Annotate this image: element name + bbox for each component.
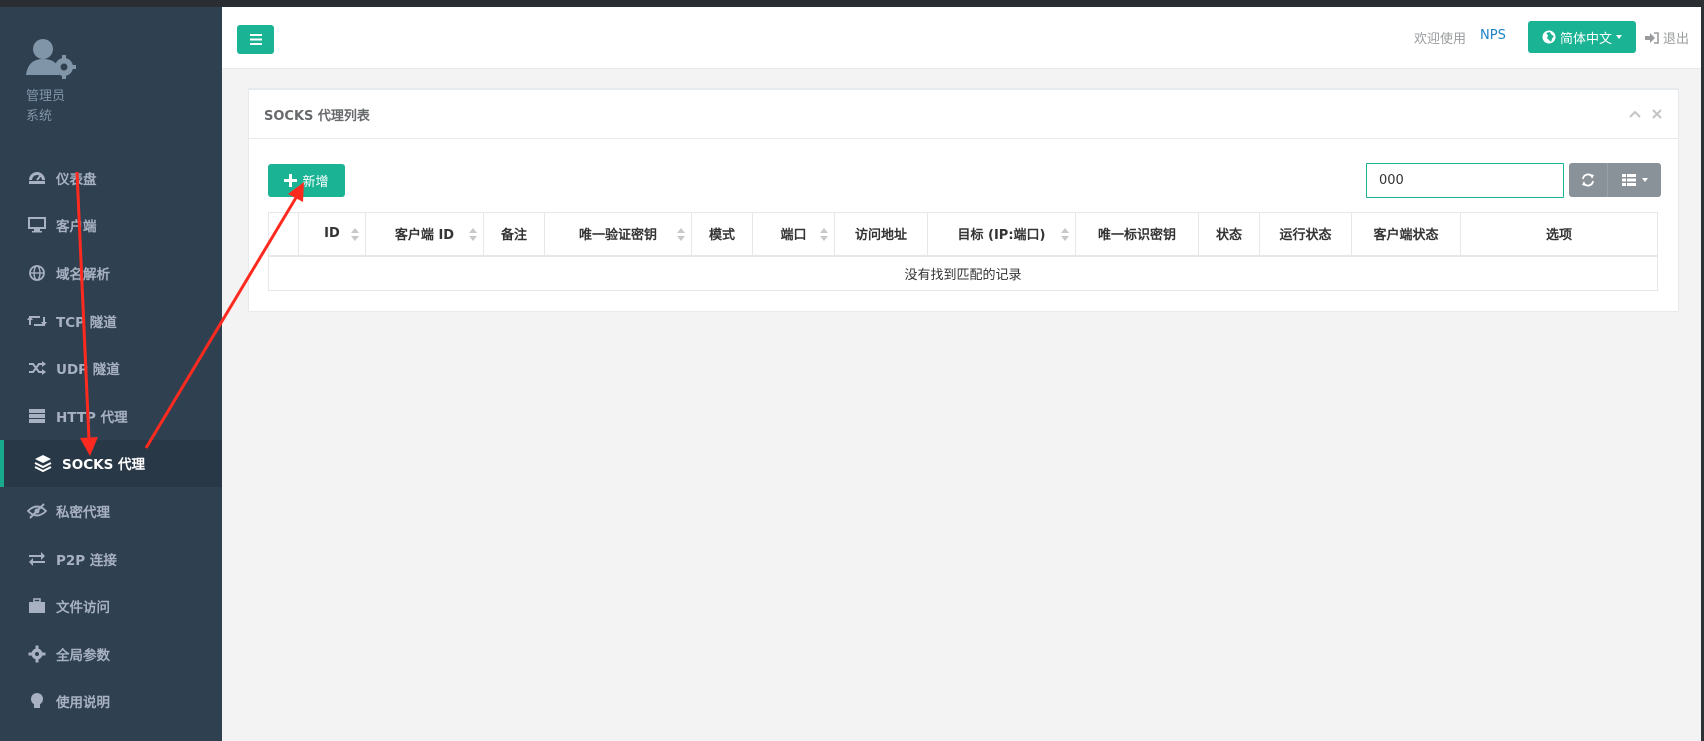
logout-link[interactable]: 退出: [1645, 28, 1689, 47]
welcome-text: 欢迎使用: [1414, 32, 1467, 47]
caret-down-icon: [1616, 35, 1622, 39]
empty-table-message: 没有找到匹配的记录: [268, 255, 1658, 291]
add-button[interactable]: 新增: [268, 164, 345, 197]
proxy-table: ID 客户端 ID 备注 唯一验证密钥 模式 端口 访问地址 目标 (IP:端口…: [268, 212, 1658, 291]
add-button-label: 新增: [302, 175, 329, 190]
column-header-unique-key: 唯一标识密钥: [1075, 212, 1199, 257]
language-dropdown[interactable]: 简体中文: [1528, 21, 1636, 53]
sidebar-item-http[interactable]: HTTP 代理: [0, 392, 222, 440]
sidebar-item-label: HTTP 代理: [56, 409, 128, 426]
profile-role: 管理员: [26, 89, 66, 104]
sidebar-item-tcp[interactable]: TCP 隧道: [0, 297, 222, 345]
column-header-mode: 模式: [691, 212, 753, 257]
refresh-button[interactable]: [1569, 163, 1608, 197]
caret-down-icon: [1641, 178, 1648, 182]
globe-icon: [1542, 30, 1556, 44]
sidebar-item-label: 使用说明: [56, 695, 110, 712]
sidebar-item-label: 私密代理: [56, 504, 110, 521]
window-top-strip: [0, 0, 1704, 7]
briefcase-icon: [26, 597, 48, 615]
sidebar-item-domain[interactable]: 域名解析: [0, 249, 222, 297]
sidebar-item-udp[interactable]: UDP 隧道: [0, 344, 222, 392]
server-icon: [26, 407, 48, 425]
sidebar-item-label: 客户端: [56, 219, 97, 236]
sidebar-item-label: SOCKS 代理: [62, 457, 145, 474]
sidebar-nav: 仪表盘 客户端 域名解析 TCP 隧道 UDP 隧道 HTTP 代理 SOCKS…: [0, 154, 222, 725]
panel-title: SOCKS 代理列表: [264, 108, 370, 124]
collapse-chevron-up-icon[interactable]: [1629, 108, 1641, 120]
table-toolbar: [1569, 163, 1661, 197]
random-icon: [26, 359, 48, 377]
sidebar-toggle-button[interactable]: [237, 25, 274, 54]
monitor-icon: [26, 216, 48, 234]
layers-icon: [32, 454, 54, 473]
admin-avatar-icon[interactable]: [26, 37, 82, 83]
column-header-remark: 备注: [483, 212, 545, 257]
dashboard-icon: [26, 169, 48, 187]
column-header-run-status: 运行状态: [1259, 212, 1352, 257]
column-header-verify-key[interactable]: 唯一验证密钥: [544, 212, 692, 257]
hamburger-icon: [249, 34, 262, 45]
column-header-client-status: 客户端状态: [1351, 212, 1461, 257]
sidebar-item-label: P2P 连接: [56, 552, 117, 569]
sidebar-item-private[interactable]: 私密代理: [0, 487, 222, 535]
column-header-expand: [268, 212, 299, 257]
sidebar-item-clients[interactable]: 客户端: [0, 202, 222, 250]
search-input[interactable]: [1366, 163, 1564, 198]
gear-icon: [26, 645, 48, 663]
column-header-id[interactable]: ID: [298, 212, 366, 257]
sign-out-icon: [1645, 31, 1659, 44]
column-header-status: 状态: [1198, 212, 1260, 257]
column-header-options: 选项: [1460, 212, 1658, 257]
logout-label: 退出: [1663, 32, 1690, 47]
panel-tools: [1629, 108, 1663, 120]
top-navbar: 欢迎使用 NPS 简体中文 退出: [222, 7, 1701, 69]
column-header-target[interactable]: 目标 (IP:端口): [927, 212, 1076, 257]
sidebar-item-label: TCP 隧道: [56, 314, 117, 331]
refresh-icon: [1582, 173, 1594, 187]
sidebar-item-label: UDP 隧道: [56, 362, 120, 379]
sidebar-item-label: 仪表盘: [56, 171, 97, 188]
panel-header: SOCKS 代理列表: [249, 90, 1678, 139]
table-columns-icon: [1621, 174, 1636, 186]
language-label: 简体中文: [1559, 31, 1612, 47]
profile: 管理员 系统: [26, 37, 82, 127]
sidebar-item-label: 域名解析: [56, 266, 110, 283]
lightbulb-icon: [26, 692, 48, 710]
profile-sub: 系统: [26, 109, 53, 124]
retweet-icon: [26, 312, 48, 330]
sidebar: 管理员 系统 仪表盘 客户端 域名解析 TCP 隧道 UDP 隧道 HTTP 代…: [0, 7, 222, 741]
columns-toggle-button[interactable]: [1608, 163, 1661, 197]
globe-icon: [26, 264, 48, 282]
sidebar-item-p2p[interactable]: P2P 连接: [0, 535, 222, 583]
eye-slash-icon: [26, 502, 48, 520]
column-header-client-id[interactable]: 客户端 ID: [365, 212, 484, 257]
table-header-row: ID 客户端 ID 备注 唯一验证密钥 模式 端口 访问地址 目标 (IP:端口…: [268, 212, 1658, 257]
sidebar-item-settings[interactable]: 全局参数: [0, 630, 222, 678]
close-icon[interactable]: [1651, 108, 1663, 120]
sidebar-item-help[interactable]: 使用说明: [0, 678, 222, 726]
sidebar-item-label: 文件访问: [56, 600, 110, 617]
column-header-access-address: 访问地址: [834, 212, 928, 257]
nps-link[interactable]: NPS: [1480, 28, 1506, 43]
sidebar-item-socks[interactable]: SOCKS 代理: [0, 439, 222, 488]
column-header-port[interactable]: 端口: [752, 212, 835, 257]
sidebar-item-dashboard[interactable]: 仪表盘: [0, 154, 222, 202]
plus-icon: [284, 174, 298, 187]
exchange-icon: [26, 550, 48, 568]
sidebar-item-label: 全局参数: [56, 647, 110, 664]
sidebar-item-files[interactable]: 文件访问: [0, 582, 222, 630]
table-row: 没有找到匹配的记录: [268, 255, 1658, 291]
socks-proxy-panel: SOCKS 代理列表 新增 ID 客户端 ID 备注 唯一: [248, 88, 1679, 312]
